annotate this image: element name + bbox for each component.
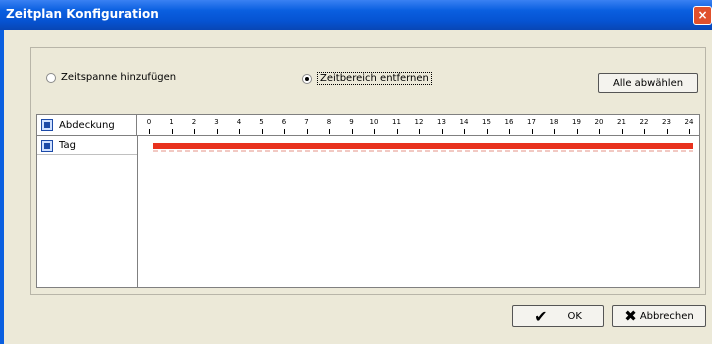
hour-tick-label: 10 — [369, 118, 379, 126]
hour-tick-label: 4 — [236, 118, 242, 126]
hour-tick-label: 19 — [572, 118, 581, 126]
hour-tick-mark — [396, 129, 398, 134]
schedule-icon — [41, 139, 53, 152]
hour-tick-label: 1 — [169, 118, 174, 126]
hour-tick-label: 20 — [594, 118, 604, 126]
hour-tick-label: 7 — [304, 118, 309, 126]
hour-tick-label: 23 — [662, 118, 671, 126]
schedule-grid[interactable]: Abdeckung 0 1 2 3 4 5 6 7 8 9 10 11 12 13 14 15 16 17 18 19… — [36, 114, 700, 288]
hour-tick-mark — [419, 129, 420, 134]
grid-header: Abdeckung 0 1 2 3 4 5 6 7 8 9 10 11 12 13 14 15 16 17 18 19… — [37, 115, 699, 136]
ok-label: OK — [567, 310, 582, 322]
coverage-header: Abdeckung — [37, 115, 137, 135]
hour-tick-mark — [509, 129, 510, 134]
hour-tick-mark — [351, 129, 353, 134]
hour-tick-label: 14 — [459, 118, 469, 126]
remove-range-radio[interactable] — [302, 73, 312, 84]
hour-tick-mark — [531, 129, 533, 134]
hour-tick-mark — [171, 129, 173, 134]
add-span-radio[interactable] — [46, 72, 56, 83]
cancel-label: Abbrechen — [639, 310, 694, 322]
window-title: Zeitplan Konfiguration — [6, 7, 159, 21]
hour-tick-mark — [374, 129, 375, 134]
hour-tick-mark — [329, 129, 330, 134]
hour-tick-label: 17 — [527, 118, 536, 126]
hour-tick-label: 24 — [684, 118, 694, 126]
row-label-text: Tag — [59, 140, 76, 151]
hour-tick-label: 0 — [146, 118, 152, 126]
hour-tick-label: 13 — [437, 118, 446, 126]
hour-tick-label: 2 — [191, 118, 197, 126]
hour-tick-label: 21 — [617, 118, 626, 126]
hour-tick-label: 9 — [349, 118, 354, 126]
hour-tick-mark — [284, 129, 285, 134]
close-button[interactable]: × — [693, 6, 712, 25]
row-label-tag[interactable]: Tag — [37, 137, 137, 155]
hour-tick-mark — [441, 129, 443, 134]
remove-range-label: Zeitbereich entfernen — [317, 72, 432, 85]
hour-tick-mark — [644, 129, 645, 134]
remove-range-option[interactable]: Zeitbereich entfernen — [302, 72, 432, 85]
cancel-button[interactable]: ✖ Abbrechen — [612, 305, 706, 327]
hour-tick-mark — [149, 129, 150, 134]
hour-tick-mark — [554, 129, 555, 134]
time-range-bar[interactable] — [153, 143, 693, 149]
hour-tick-label: 12 — [414, 118, 424, 126]
hour-tick-mark — [576, 129, 578, 134]
hour-tick-mark — [464, 129, 465, 134]
hour-tick-label: 8 — [326, 118, 332, 126]
time-range-slots — [153, 150, 693, 152]
hour-tick-mark — [689, 129, 690, 134]
checkmark-icon: ✔ — [534, 306, 548, 326]
add-span-label: Zeitspanne hinzufügen — [61, 72, 177, 83]
hour-tick-mark — [621, 129, 623, 134]
hour-tick-mark — [194, 129, 195, 134]
hour-tick-label: 15 — [482, 118, 491, 126]
hour-tick-label: 5 — [259, 118, 264, 126]
hour-tick-label: 3 — [214, 118, 219, 126]
hour-tick-mark — [239, 129, 240, 134]
hour-tick-mark — [306, 129, 308, 134]
add-span-option[interactable]: Zeitspanne hinzufügen — [46, 72, 176, 83]
hour-tick-mark — [216, 129, 218, 134]
column-divider — [137, 135, 138, 287]
hour-tick-label: 18 — [549, 118, 559, 126]
hour-tick-label: 16 — [504, 118, 514, 126]
ok-button[interactable]: ✔ OK — [512, 305, 604, 327]
hour-tick-label: 22 — [639, 118, 649, 126]
hour-tick-mark — [599, 129, 600, 134]
window-border — [0, 30, 4, 344]
table-icon — [41, 119, 53, 131]
deselect-all-button[interactable]: Alle abwählen — [598, 73, 698, 93]
coverage-header-label: Abdeckung — [59, 119, 115, 131]
hour-tick-mark — [486, 129, 488, 134]
dialog-window: Zeitplan Konfiguration × Zeitspanne hinz… — [0, 0, 712, 344]
x-icon: ✖ — [624, 307, 637, 325]
title-bar[interactable]: Zeitplan Konfiguration × — [0, 0, 712, 30]
hour-tick-label: 11 — [392, 118, 401, 126]
hour-tick-label: 6 — [281, 118, 287, 126]
hour-tick-mark — [261, 129, 263, 134]
hour-tick-mark — [666, 129, 668, 134]
